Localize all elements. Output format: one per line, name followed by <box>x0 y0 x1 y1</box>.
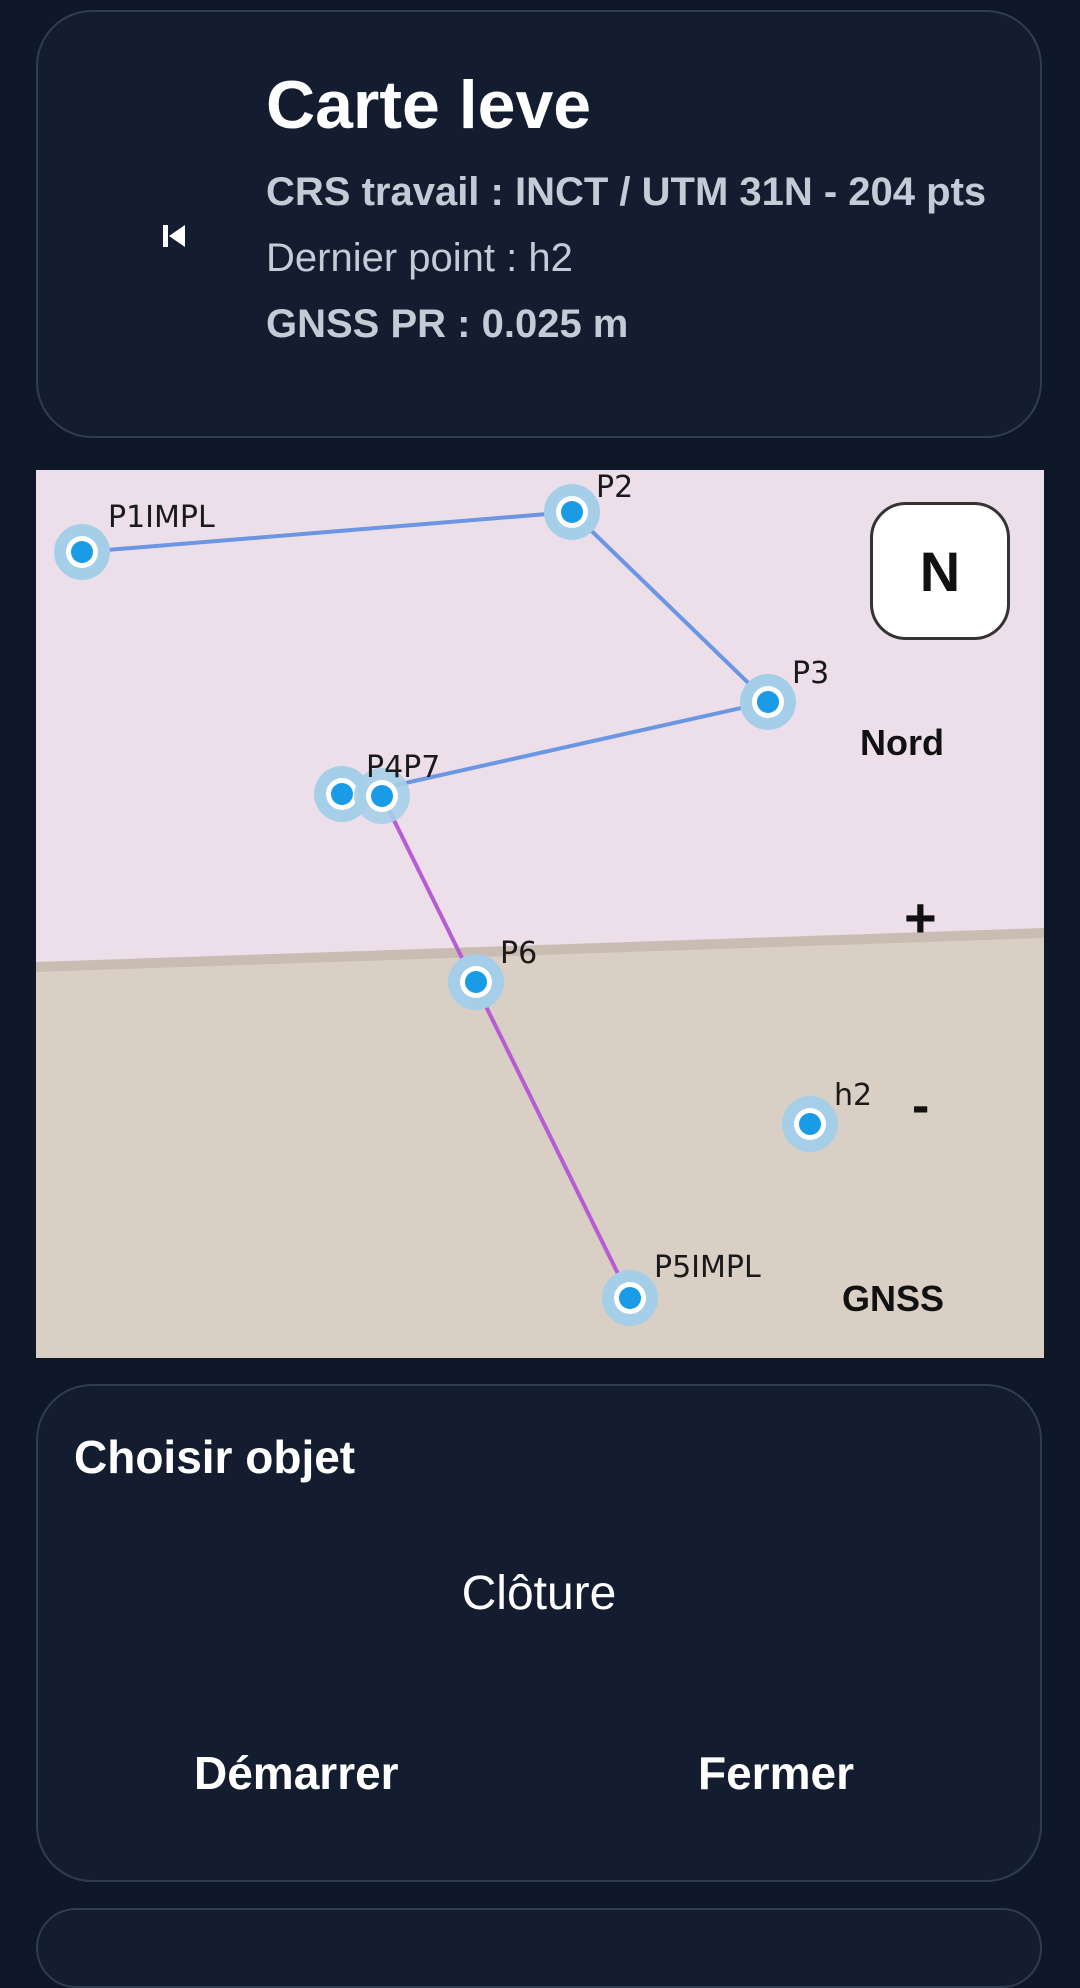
point-label-p2: P2 <box>596 470 634 505</box>
point-marker-p2 <box>544 484 600 540</box>
survey-map[interactable]: P1IMPL P2 P3 P4P7 P6 h2 P5IMPL N Nord + … <box>36 470 1044 1358</box>
point-marker-p3 <box>740 674 796 730</box>
gnss-button[interactable]: GNSS <box>842 1278 944 1320</box>
point-marker-h2 <box>782 1096 838 1152</box>
object-option-cloture[interactable]: Clôture <box>38 1566 1040 1621</box>
bottom-card-partial <box>36 1908 1042 1988</box>
point-marker-p6 <box>448 954 504 1010</box>
last-point-info: Dernier point : h2 <box>266 236 573 280</box>
point-label-p6: P6 <box>500 936 538 971</box>
point-label-p1impl: P1IMPL <box>108 500 215 535</box>
nord-button[interactable]: Nord <box>860 722 944 764</box>
point-label-p4p7: P4P7 <box>366 750 441 785</box>
zoom-out-button[interactable]: - <box>912 1080 929 1132</box>
point-marker-p1impl <box>54 524 110 580</box>
header-text: Carte leve CRS travail : INCT / UTM 31N … <box>266 60 1026 350</box>
page-title: Carte leve <box>266 67 592 143</box>
start-button[interactable]: Démarrer <box>194 1746 399 1800</box>
north-button[interactable]: N <box>870 502 1010 640</box>
crs-info: CRS travail : INCT / UTM 31N - 204 pts <box>266 170 987 214</box>
chooser-title: Choisir objet <box>74 1431 356 1483</box>
skip-previous-icon <box>158 220 190 257</box>
point-label-p5impl: P5IMPL <box>654 1250 761 1285</box>
back-button[interactable] <box>138 202 210 274</box>
point-label-h2: h2 <box>834 1078 873 1113</box>
point-marker-p5impl <box>602 1270 658 1326</box>
point-label-p3: P3 <box>792 656 830 691</box>
close-button[interactable]: Fermer <box>698 1746 854 1800</box>
gnss-precision-info: GNSS PR : 0.025 m <box>266 302 629 346</box>
zoom-in-button[interactable]: + <box>904 890 937 946</box>
object-chooser-card: Choisir objet Clôture Démarrer Fermer <box>36 1384 1042 1882</box>
header-card: Carte leve CRS travail : INCT / UTM 31N … <box>36 10 1042 438</box>
